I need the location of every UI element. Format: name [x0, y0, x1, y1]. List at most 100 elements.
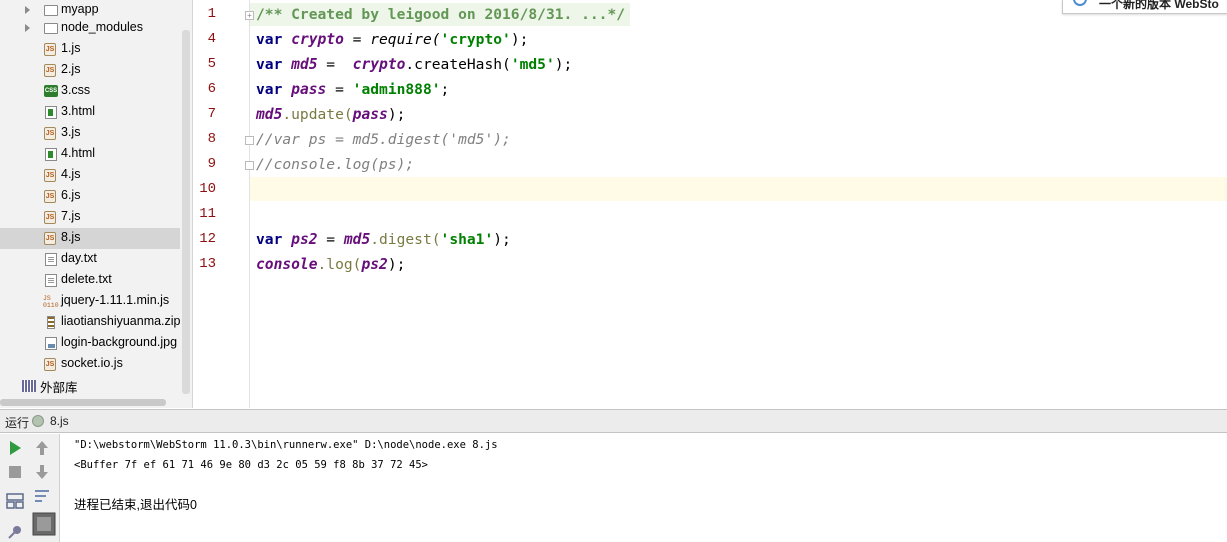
soft-wrap-icon[interactable]	[32, 486, 52, 506]
stop-icon[interactable]	[5, 462, 25, 482]
library-icon	[22, 380, 36, 392]
tree-item-2-js[interactable]: JS 2.js	[0, 60, 180, 81]
tree-item-3-js[interactable]: JS 3.js	[0, 123, 180, 144]
down-arrow-icon[interactable]	[32, 462, 52, 482]
info-icon	[1073, 0, 1087, 6]
up-arrow-icon[interactable]	[32, 438, 52, 458]
tree-item-node-modules[interactable]: node_modules	[0, 18, 180, 39]
tree-item-label: jquery-1.11.1.min.js	[61, 293, 170, 307]
line-comment: //var ps = md5.digest('md5');	[256, 131, 511, 148]
console-line: 进程已结束,退出代码0	[74, 498, 197, 512]
string-literal: 'crypto'	[440, 31, 511, 48]
identifier: ps2	[291, 231, 318, 248]
console-line: "D:\webstorm\WebStorm 11.0.3\bin\runnerw…	[74, 439, 498, 451]
tree-item-label: 4.html	[61, 146, 96, 160]
html-file-icon	[45, 148, 57, 161]
punctuation: ;	[440, 81, 450, 98]
tree-vertical-scrollbar[interactable]	[182, 30, 190, 394]
tree-item-label: login-background.jpg	[61, 335, 178, 349]
tree-item-label: 4.js	[61, 167, 81, 181]
code-line-8: //var ps = md5.digest('md5');	[256, 130, 511, 150]
tree-item-7-js[interactable]: JS 7.js	[0, 207, 180, 228]
function-call: .digest(	[370, 231, 441, 248]
keyword: var	[256, 231, 283, 248]
run-panel-title: 运行	[5, 416, 30, 430]
function-call: require(	[370, 31, 441, 48]
line-number: 8	[207, 131, 216, 147]
code-line-13: console.log(ps2);	[256, 255, 405, 275]
expand-arrow-icon[interactable]	[25, 24, 30, 32]
function-call: .update(	[282, 106, 353, 123]
line-number: 7	[207, 106, 216, 122]
tree-item-3-html[interactable]: 3.html	[0, 102, 180, 123]
tree-item-8-js[interactable]: JS 8.js	[0, 228, 180, 249]
line-comment: //console.log(ps);	[256, 156, 415, 173]
tree-item-label: 8.js	[61, 230, 81, 244]
expand-arrow-icon[interactable]	[25, 6, 30, 14]
tree-item-day-txt[interactable]: day.txt	[0, 249, 180, 270]
js-file-icon: JS	[44, 169, 56, 182]
line-number: 12	[199, 231, 216, 247]
js-file-icon: JS	[44, 127, 56, 140]
tree-item-jquery[interactable]: JS 0110 jquery-1.11.1.min.js	[0, 291, 180, 312]
keyword: var	[256, 56, 283, 73]
run-panel-header: 运行 8.js	[0, 409, 1227, 433]
pin-icon[interactable]	[5, 522, 25, 542]
html-file-icon	[45, 106, 57, 119]
line-number: 9	[207, 156, 216, 172]
tree-item-4-html[interactable]: 4.html	[0, 144, 180, 165]
tree-item-label: 外部库	[40, 381, 78, 395]
js-file-icon: JS	[44, 232, 56, 245]
line-number: 10	[199, 181, 216, 197]
tree-item-1-js[interactable]: JS 1.js	[0, 39, 180, 60]
console-line: <Buffer 7f ef 61 71 46 9e 80 d3 2c 05 59…	[74, 459, 429, 471]
run-tab-label[interactable]: 8.js	[50, 414, 69, 428]
fold-marker-icon[interactable]	[245, 161, 254, 170]
tree-item-label: day.txt	[61, 251, 97, 265]
tree-item-login-background[interactable]: login-background.jpg	[0, 333, 180, 354]
scroll-to-end-icon[interactable]	[32, 512, 56, 536]
tree-item-label: 2.js	[61, 62, 81, 76]
update-notification[interactable]: 一个新的版本 WebSto	[1062, 0, 1227, 14]
tree-item-label: 3.js	[61, 125, 81, 139]
punctuation: );	[493, 231, 511, 248]
code-line-7: md5.update(pass);	[256, 105, 405, 125]
code-line-1: /** Created by leigood on 2016/8/31. ...…	[256, 5, 625, 25]
function-call: .createHash(	[405, 56, 511, 73]
fold-expand-icon[interactable]: +	[245, 11, 254, 20]
tree-horizontal-scrollbar[interactable]	[0, 399, 166, 406]
operator: =	[317, 231, 344, 248]
image-file-icon	[45, 337, 57, 350]
tree-item-4-js[interactable]: JS 4.js	[0, 165, 180, 186]
tree-item-label: node_modules	[61, 20, 144, 34]
operator: =	[317, 56, 353, 73]
tree-item-zip[interactable]: liaotianshiyuanma.zip	[0, 312, 181, 333]
layout-icon[interactable]	[5, 491, 25, 511]
project-tree: myapp node_modules JS 1.js JS 2.js CSS 3…	[0, 0, 193, 408]
tree-item-6-js[interactable]: JS 6.js	[0, 186, 180, 207]
tree-item-external-libs[interactable]: 外部库	[0, 375, 180, 396]
identifier: md5	[291, 56, 318, 73]
tree-item-3-css[interactable]: CSS 3.css	[0, 81, 180, 102]
tree-item-label: socket.io.js	[61, 356, 123, 370]
line-number: 6	[207, 81, 216, 97]
code-line-4: var crypto = require('crypto');	[256, 30, 528, 50]
punctuation: );	[387, 106, 406, 123]
tree-item-label: 1.js	[61, 41, 81, 55]
text-file-icon	[45, 274, 57, 287]
archive-file-icon	[47, 316, 55, 329]
js-file-icon: JS	[44, 358, 56, 371]
keyword: var	[256, 81, 283, 98]
tree-item-socket-io[interactable]: JS socket.io.js	[0, 354, 180, 375]
rerun-icon[interactable]	[5, 438, 25, 458]
punctuation: );	[554, 56, 573, 73]
code-line-12: var ps2 = md5.digest('sha1');	[256, 230, 511, 250]
code-line-9: //console.log(ps);	[256, 155, 414, 175]
tree-item-label: delete.txt	[61, 272, 112, 286]
line-number: 1	[207, 6, 216, 22]
fold-marker-icon[interactable]	[245, 136, 254, 145]
line-number: 4	[207, 31, 216, 47]
punctuation: );	[387, 256, 406, 273]
tree-item-delete-txt[interactable]: delete.txt	[0, 270, 180, 291]
identifier: crypto	[352, 56, 406, 73]
